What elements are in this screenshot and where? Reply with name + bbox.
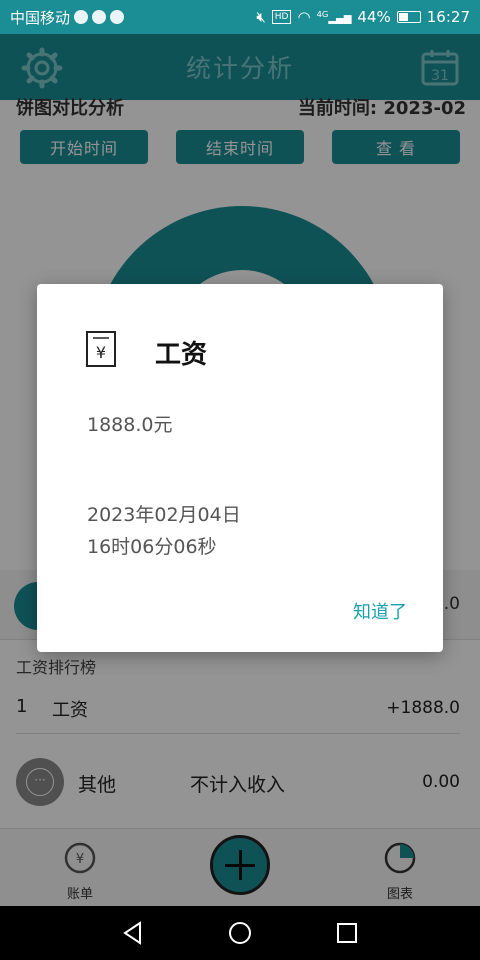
recents-icon[interactable] <box>334 920 360 946</box>
detail-dialog: ¥ 工资 1888.0元 2023年02月04日 16时06分06秒 知道了 <box>37 284 443 652</box>
dialog-amount: 1888.0元 <box>87 414 173 436</box>
mute-icon: 🔇︎ <box>256 8 266 26</box>
wechat-icon <box>92 10 107 24</box>
dialog-title: 工资 <box>155 340 208 370</box>
home-icon[interactable] <box>227 920 253 946</box>
system-nav-bar <box>0 906 480 960</box>
hd-icon: HD <box>271 10 292 24</box>
dialog-date: 2023年02月04日 <box>87 504 241 526</box>
battery-icon <box>396 11 421 23</box>
back-icon[interactable] <box>120 920 146 946</box>
status-bar: 中国移动 🔇︎ HD ◠ 4G▂▄▆ 44% 16:27 <box>0 0 480 34</box>
clock: 16:27 <box>426 8 470 26</box>
receipt-icon: ¥ <box>86 331 116 367</box>
notification-icon <box>74 10 89 24</box>
carrier-label: 中国移动 <box>10 8 71 27</box>
wifi-icon: ◠ <box>297 8 311 26</box>
dialog-time: 16时06分06秒 <box>87 536 217 558</box>
signal-icon: 4G▂▄▆ <box>316 9 352 25</box>
dialog-confirm-button[interactable]: 知道了 <box>353 598 407 624</box>
battery-percent: 44% <box>357 8 391 26</box>
svg-text:¥: ¥ <box>96 343 106 362</box>
message-icon <box>110 10 125 24</box>
